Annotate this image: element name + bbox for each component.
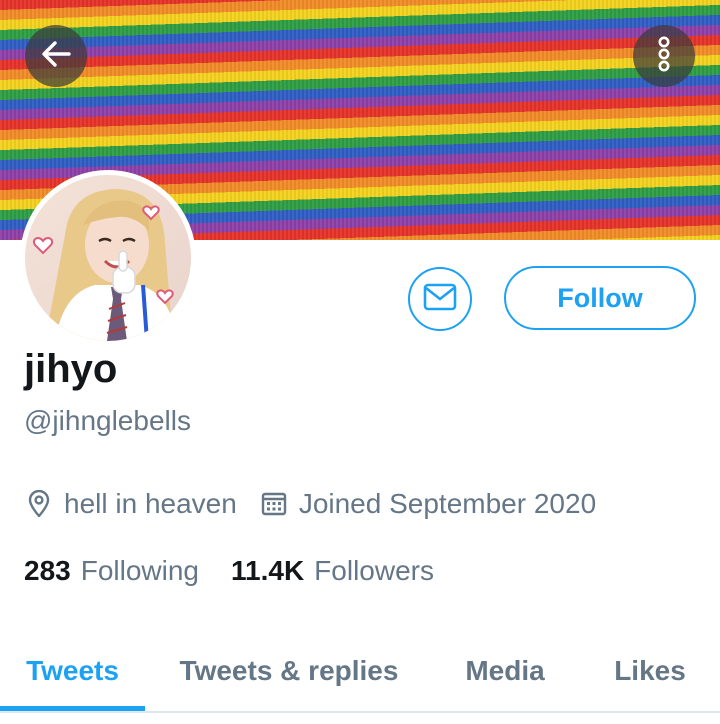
profile-stats: 283 Following 11.4K Followers (24, 555, 434, 587)
display-name: jihyo (24, 347, 118, 391)
tabs-divider (0, 711, 720, 713)
location-text: hell in heaven (64, 488, 237, 519)
follow-button[interactable]: Follow (504, 266, 696, 330)
followers-count: 11.4K (231, 555, 305, 586)
followers-label: Followers (314, 555, 434, 586)
location: hell in heaven (24, 488, 237, 520)
more-options-button[interactable] (633, 25, 695, 87)
tab-tweets-and-replies[interactable]: Tweets & replies (160, 630, 418, 712)
more-vertical-icon (654, 34, 674, 79)
profile-tabs: Tweets Tweets & replies Media Likes (0, 630, 720, 712)
join-date: Joined September 2020 (259, 488, 596, 520)
tab-media[interactable]: Media (445, 630, 565, 712)
following-count: 283 (24, 555, 71, 586)
arrow-left-icon (39, 37, 73, 76)
tab-likes[interactable]: Likes (595, 630, 705, 712)
message-button[interactable] (408, 267, 472, 331)
following-label: Following (80, 555, 199, 586)
tab-tweets[interactable]: Tweets (0, 630, 145, 712)
profile-avatar[interactable] (20, 170, 196, 346)
back-button[interactable] (25, 25, 87, 87)
calendar-icon (259, 489, 289, 519)
user-handle: @jihnglebells (24, 405, 191, 436)
join-date-text: Joined September 2020 (298, 488, 597, 519)
profile-meta: hell in heaven Joined September 2020 (24, 488, 596, 520)
avatar-photo (25, 175, 191, 341)
envelope-icon (423, 283, 457, 316)
following-link[interactable]: 283 Following (24, 555, 199, 587)
location-pin-icon (24, 489, 54, 519)
followers-link[interactable]: 11.4K Followers (231, 555, 434, 587)
